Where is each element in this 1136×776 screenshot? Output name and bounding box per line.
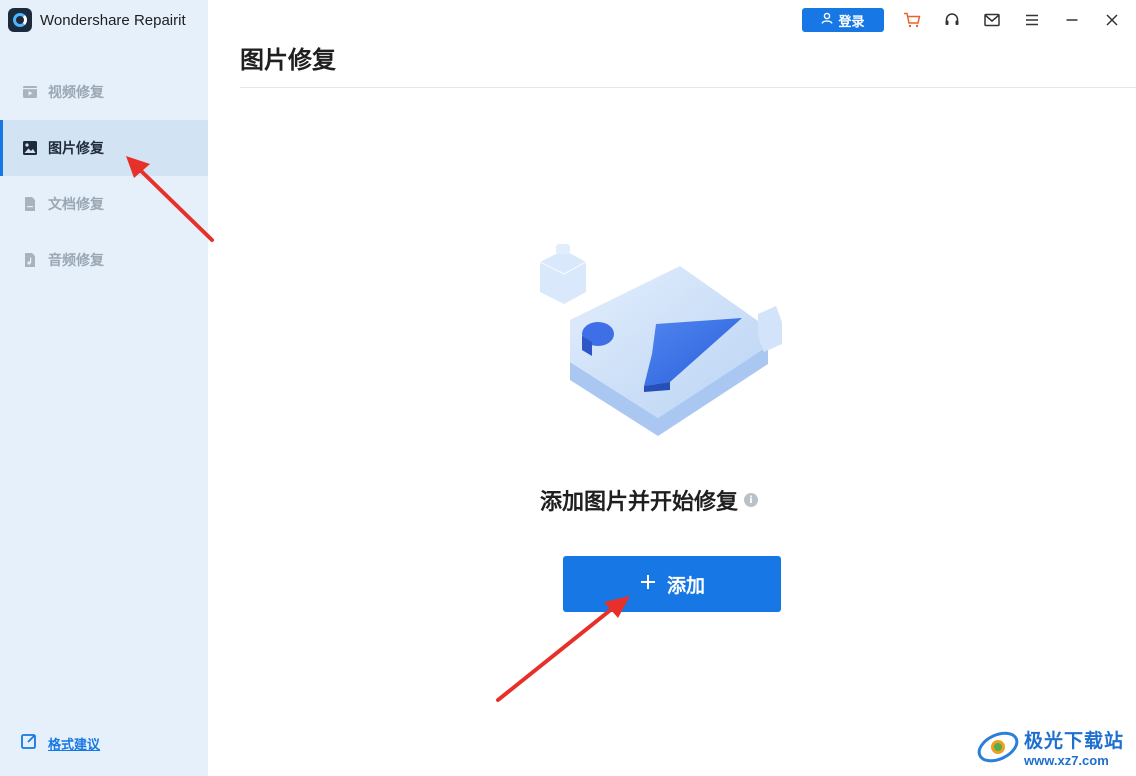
page-title: 图片修复 bbox=[240, 46, 336, 74]
image-repair-illustration bbox=[520, 232, 800, 442]
app-window: Wondershare Repairit 视频修复 图片修复 文档修复 音频修复… bbox=[0, 0, 1136, 776]
sidebar-item-audio[interactable]: 音频修复 bbox=[0, 232, 208, 288]
sidebar-item-label: 图片修复 bbox=[48, 141, 104, 157]
document-icon bbox=[22, 196, 38, 212]
brand: Wondershare Repairit bbox=[8, 8, 186, 32]
sidebar-nav: 视频修复 图片修复 文档修复 音频修复 bbox=[0, 64, 208, 288]
watermark: 极光下载站 www.xz7.com bbox=[976, 722, 1132, 772]
cart-icon[interactable] bbox=[902, 10, 922, 30]
sidebar-item-video[interactable]: 视频修复 bbox=[0, 64, 208, 120]
info-icon[interactable]: i bbox=[744, 493, 759, 507]
add-button-label: 添加 bbox=[666, 574, 705, 597]
sidebar-item-label: 视频修复 bbox=[48, 85, 104, 101]
sidebar-item-image[interactable]: 图片修复 bbox=[0, 120, 208, 176]
mail-icon[interactable] bbox=[982, 10, 1002, 30]
add-button[interactable]: 添加 bbox=[563, 556, 781, 612]
sidebar: Wondershare Repairit 视频修复 图片修复 文档修复 音频修复… bbox=[0, 0, 208, 776]
app-title: Wondershare Repairit bbox=[40, 11, 186, 29]
edit-icon bbox=[20, 732, 38, 754]
add-image-prompt: 添加图片并开始修复 i bbox=[540, 484, 759, 516]
watermark-title: 极光下载站 bbox=[1024, 730, 1125, 752]
plus-icon bbox=[639, 573, 657, 595]
video-icon bbox=[22, 84, 38, 100]
headset-icon[interactable] bbox=[942, 10, 962, 30]
watermark-logo-icon bbox=[976, 725, 1020, 769]
sidebar-item-label: 文档修复 bbox=[48, 197, 104, 213]
format-suggestion-label: 格式建议 bbox=[48, 737, 101, 753]
title-divider bbox=[240, 87, 1136, 88]
format-suggestion-link[interactable]: 格式建议 bbox=[20, 732, 100, 754]
sidebar-item-document[interactable]: 文档修复 bbox=[0, 176, 208, 232]
user-icon bbox=[821, 12, 833, 28]
app-logo-icon bbox=[8, 8, 32, 32]
login-button[interactable]: 登录 bbox=[802, 8, 884, 32]
login-label: 登录 bbox=[838, 14, 865, 30]
minimize-icon[interactable] bbox=[1062, 10, 1082, 30]
menu-icon[interactable] bbox=[1022, 10, 1042, 30]
prompt-text: 添加图片并开始修复 bbox=[540, 490, 739, 515]
close-icon[interactable] bbox=[1102, 10, 1122, 30]
image-icon bbox=[22, 140, 38, 156]
watermark-text: 极光下载站 www.xz7.com bbox=[1024, 726, 1124, 768]
watermark-url: www.xz7.com bbox=[1024, 753, 1109, 768]
audio-icon bbox=[22, 252, 38, 268]
sidebar-item-label: 音频修复 bbox=[48, 253, 104, 269]
